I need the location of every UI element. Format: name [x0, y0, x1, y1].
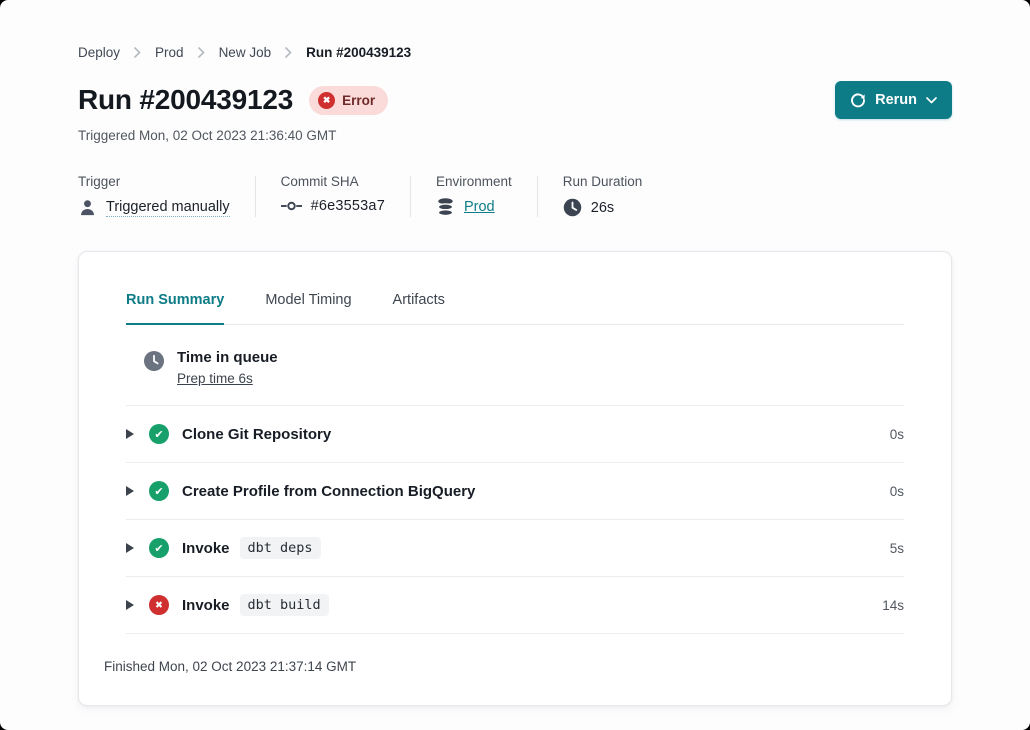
chevron-right-icon [198, 47, 205, 58]
person-icon [78, 198, 97, 217]
breadcrumb-current-run: Run #200439123 [306, 45, 411, 60]
meta-environment-label: Environment [436, 174, 512, 189]
queue-title: Time in queue [177, 349, 278, 366]
error-circle-icon [318, 92, 335, 109]
tab-model-timing[interactable]: Model Timing [265, 292, 351, 325]
rerun-button-label: Rerun [875, 92, 917, 108]
step-title: Invoke [182, 597, 230, 614]
breadcrumb-new-job[interactable]: New Job [219, 45, 272, 60]
meta-commit: Commit SHA #6e3553a7 [281, 174, 385, 217]
chevron-right-icon [134, 47, 141, 58]
chevron-right-icon [285, 47, 292, 58]
step-command: dbt build [240, 594, 329, 616]
commit-sha-value: #6e3553a7 [311, 198, 385, 214]
step-row-invoke-dbt-deps[interactable]: Invoke dbt deps 5s [126, 520, 904, 577]
step-row-create-profile[interactable]: Create Profile from Connection BigQuery … [126, 463, 904, 520]
run-detail-page: Deploy Prod New Job Run #200439123 Run #… [0, 0, 1030, 706]
run-summary-card: Run Summary Model Timing Artifacts Time … [78, 251, 952, 706]
divider [537, 176, 538, 217]
meta-duration: Run Duration 26s [563, 174, 643, 217]
step-duration: 0s [890, 427, 904, 442]
chevron-down-icon [926, 97, 937, 104]
expand-triangle-icon[interactable] [126, 486, 134, 496]
meta-trigger-label: Trigger [78, 174, 230, 189]
divider [255, 176, 256, 217]
status-success-icon [149, 538, 169, 558]
step-row-clone-git[interactable]: Clone Git Repository 0s [126, 406, 904, 463]
title-group: Run #200439123 Error [78, 84, 388, 116]
status-badge-label: Error [342, 93, 375, 108]
status-success-icon [149, 481, 169, 501]
trigger-value[interactable]: Triggered manually [106, 199, 230, 217]
expand-triangle-icon[interactable] [126, 543, 134, 553]
environment-link[interactable]: Prod [464, 199, 495, 215]
meta-trigger: Trigger Triggered manually [78, 174, 230, 217]
meta-duration-label: Run Duration [563, 174, 643, 189]
step-title: Invoke [182, 540, 230, 557]
breadcrumb-deploy[interactable]: Deploy [78, 45, 120, 60]
step-duration: 0s [890, 484, 904, 499]
run-meta-row: Trigger Triggered manually Commit SHA #6… [78, 174, 952, 217]
database-icon [436, 198, 455, 216]
tab-run-summary[interactable]: Run Summary [126, 292, 224, 325]
queue-row: Time in queue Prep time 6s [126, 325, 904, 406]
prep-time-link[interactable]: Prep time 6s [177, 371, 253, 386]
clock-icon [144, 351, 164, 371]
step-title: Create Profile from Connection BigQuery [182, 483, 475, 500]
step-duration: 14s [882, 598, 904, 613]
rerun-button[interactable]: Rerun [835, 81, 952, 119]
rerun-refresh-icon [850, 92, 866, 108]
page-title: Run #200439123 [78, 84, 293, 116]
status-error-icon [149, 595, 169, 615]
page-header: Run #200439123 Error Rerun [78, 81, 952, 119]
expand-triangle-icon[interactable] [126, 600, 134, 610]
breadcrumb: Deploy Prod New Job Run #200439123 [78, 45, 952, 60]
clock-icon [563, 198, 582, 217]
expand-triangle-icon[interactable] [126, 429, 134, 439]
app-window: Deploy Prod New Job Run #200439123 Run #… [0, 0, 1030, 730]
step-row-invoke-dbt-build[interactable]: Invoke dbt build 14s [126, 577, 904, 634]
step-command: dbt deps [240, 537, 321, 559]
run-duration-value: 26s [591, 200, 614, 216]
commit-icon [281, 199, 302, 213]
status-badge: Error [309, 86, 388, 115]
meta-commit-label: Commit SHA [281, 174, 385, 189]
status-success-icon [149, 424, 169, 444]
meta-environment: Environment Prod [436, 174, 512, 217]
finished-timestamp: Finished Mon, 02 Oct 2023 21:37:14 GMT [79, 634, 951, 705]
tab-artifacts[interactable]: Artifacts [393, 292, 445, 325]
divider [410, 176, 411, 217]
breadcrumb-prod[interactable]: Prod [155, 45, 184, 60]
tab-bar: Run Summary Model Timing Artifacts [126, 292, 904, 325]
step-duration: 5s [890, 541, 904, 556]
triggered-timestamp: Triggered Mon, 02 Oct 2023 21:36:40 GMT [78, 128, 952, 143]
step-title: Clone Git Repository [182, 426, 331, 443]
